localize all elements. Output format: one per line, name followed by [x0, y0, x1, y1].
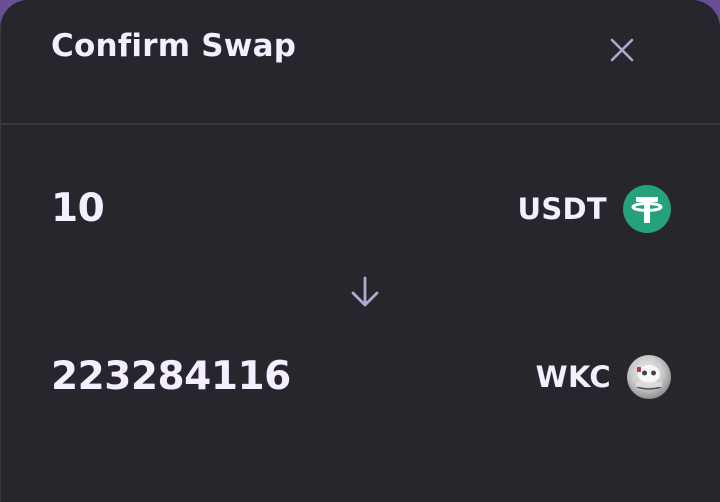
from-token: USDT	[517, 179, 671, 239]
arrow-down-icon	[351, 276, 379, 307]
from-token-symbol: USDT	[517, 192, 607, 226]
from-row: 10 USDT	[1, 179, 720, 239]
wkc-token-icon	[627, 355, 671, 399]
modal-header: Confirm Swap	[1, 0, 720, 125]
to-token-symbol: WKC	[535, 360, 611, 394]
to-token: WKC	[536, 347, 671, 407]
swap-direction-arrow	[345, 272, 385, 312]
confirm-swap-modal: Confirm Swap 10 USDT 223284116 WKC	[0, 0, 720, 502]
to-row: 223284116 WKC	[1, 347, 720, 407]
usdt-token-icon	[623, 185, 671, 233]
modal-title: Confirm Swap	[51, 28, 297, 64]
close-button[interactable]	[601, 29, 643, 71]
close-icon	[610, 38, 634, 62]
to-amount: 223284116	[51, 354, 291, 399]
from-amount: 10	[51, 186, 105, 231]
